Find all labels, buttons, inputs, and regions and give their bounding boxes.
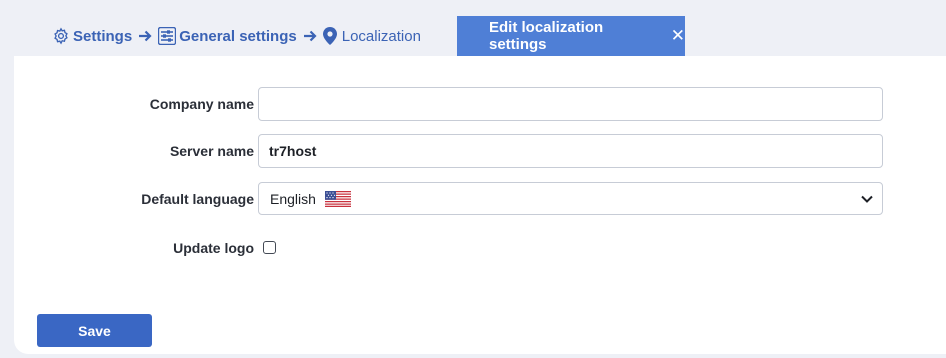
breadcrumb-label: Settings <box>73 27 133 45</box>
update-logo-checkbox[interactable] <box>263 241 276 254</box>
top-bar: Settings General settings Localization E… <box>0 0 946 56</box>
company-name-input[interactable] <box>258 87 883 121</box>
update-logo-row: Update logo <box>14 231 946 265</box>
tab-label: Edit localization settings <box>489 19 604 53</box>
breadcrumb: Settings General settings Localization <box>52 24 421 48</box>
server-name-label: Server name <box>169 143 254 159</box>
selected-language: English <box>270 190 316 207</box>
breadcrumb-label: Localization <box>341 27 421 45</box>
save-button[interactable]: Save <box>37 314 152 347</box>
default-language-select[interactable]: English <box>258 182 883 215</box>
breadcrumb-general-settings[interactable]: General settings <box>158 27 297 45</box>
tab-edit-localization-settings[interactable]: Edit localization settings ✕ <box>457 16 685 56</box>
default-language-label: Default language <box>141 191 254 207</box>
breadcrumb-localization[interactable]: Localization <box>322 27 421 45</box>
gear-icon <box>52 27 70 45</box>
company-name-row: Company name <box>14 87 946 121</box>
update-logo-label: Update logo <box>173 240 254 256</box>
company-name-label: Company name <box>149 96 254 112</box>
sliders-icon <box>158 27 177 45</box>
breadcrumb-label: General settings <box>179 27 297 45</box>
map-pin-icon <box>322 27 337 45</box>
settings-form: Company name Server name Default languag… <box>14 56 946 354</box>
breadcrumb-settings[interactable]: Settings <box>52 27 132 45</box>
arrow-right-icon <box>303 29 317 43</box>
default-language-row: Default language English <box>14 182 946 216</box>
arrow-right-icon <box>138 29 152 43</box>
chevron-down-icon <box>860 192 874 209</box>
close-icon[interactable]: ✕ <box>671 26 685 46</box>
us-flag-icon <box>316 190 351 207</box>
server-name-input[interactable] <box>258 134 883 168</box>
server-name-row: Server name <box>14 134 946 168</box>
